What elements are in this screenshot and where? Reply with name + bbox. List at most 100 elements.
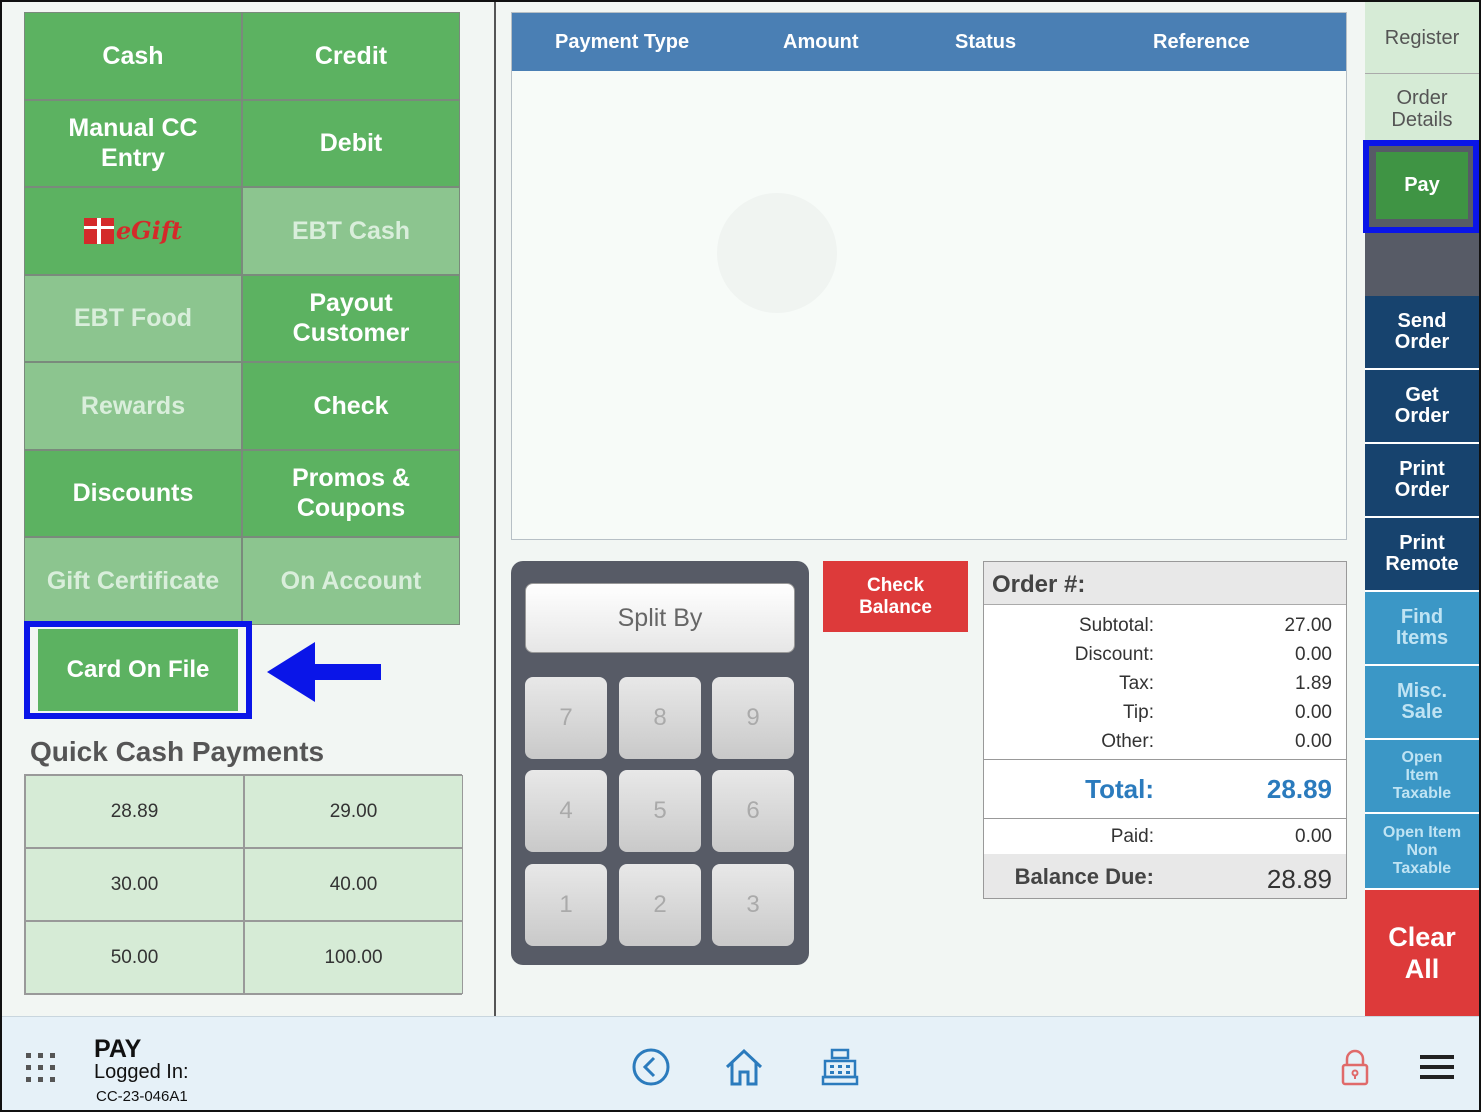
payout-customer-label: Payout Customer (292, 289, 410, 348)
column-reference: Reference (1153, 31, 1250, 53)
apps-grid-icon[interactable] (26, 1053, 56, 1083)
egift-button[interactable]: eGift (24, 187, 242, 275)
promos-coupons-label: Promos & Coupons (291, 464, 411, 523)
print-remote-label: Print Remote (1385, 532, 1459, 575)
subtotal-label: Subtotal: (1079, 615, 1154, 636)
tip-value: 0.00 (1295, 702, 1332, 723)
pay-button[interactable]: Pay (1376, 152, 1468, 219)
gift-box-icon (83, 217, 114, 244)
split-by-button[interactable]: Split By (525, 583, 795, 653)
open-item-non-taxable-label: Open Item Non Taxable (1382, 824, 1462, 877)
print-order-button[interactable]: Print Order (1365, 444, 1479, 518)
get-order-button[interactable]: Get Order (1365, 370, 1479, 444)
keypad-key[interactable]: 8 (619, 677, 701, 759)
keypad-key[interactable]: 7 (525, 677, 607, 759)
summary-divider (984, 759, 1346, 760)
order-number-title: Order #: (984, 562, 1346, 605)
loading-spinner-icon (717, 193, 837, 313)
check-balance-label: Check Balance (859, 574, 932, 618)
terminal-id: CC-23-046A1 (96, 1088, 188, 1105)
open-item-taxable-label: Open Item Taxable (1392, 749, 1452, 802)
open-item-taxable-button[interactable]: Open Item Taxable (1365, 740, 1479, 814)
credit-button[interactable]: Credit (242, 12, 460, 100)
send-order-button[interactable]: Send Order (1365, 296, 1479, 370)
check-balance-button[interactable]: Check Balance (823, 561, 968, 632)
paid-value: 0.00 (1295, 826, 1332, 847)
summary-divider (984, 818, 1346, 819)
keypad-key[interactable]: 1 (525, 864, 607, 946)
find-items-label: Find Items (1395, 606, 1449, 649)
balance-due-label: Balance Due: (1014, 864, 1154, 889)
subtotal-value: 27.00 (1284, 615, 1332, 636)
manual-cc-entry-label: Manual CC Entry (68, 114, 198, 173)
cash-register-icon[interactable] (820, 1047, 860, 1087)
payout-customer-button[interactable]: Payout Customer (242, 274, 460, 362)
find-items-button[interactable]: Find Items (1365, 592, 1479, 666)
cash-button[interactable]: Cash (24, 12, 242, 100)
bottom-bar: PAY Logged In: CC-23-046A1 (2, 1016, 1479, 1110)
home-icon[interactable] (724, 1047, 764, 1087)
on-account-button[interactable]: On Account (242, 537, 460, 625)
ebt-cash-button[interactable]: EBT Cash (242, 187, 460, 275)
gift-certificate-button[interactable]: Gift Certificate (24, 537, 242, 625)
discounts-button[interactable]: Discounts (24, 449, 242, 537)
balance-due-value: 28.89 (1266, 864, 1332, 894)
tax-value: 1.89 (1295, 673, 1332, 694)
register-button[interactable]: Register (1365, 2, 1479, 74)
discount-label: Discount: (1074, 644, 1154, 665)
misc-sale-label: Misc. Sale (1396, 680, 1448, 723)
payments-table-header: Payment Type Amount Status Reference (512, 13, 1346, 71)
quick-cash-button[interactable]: 40.00 (244, 848, 463, 921)
total-label: Total: (1085, 774, 1154, 804)
clear-all-button[interactable]: Clear All (1365, 890, 1479, 1016)
lock-icon[interactable] (1335, 1047, 1375, 1087)
order-details-label: Order Details (1391, 86, 1453, 131)
open-item-non-taxable-button[interactable]: Open Item Non Taxable (1365, 814, 1479, 890)
card-on-file-button[interactable]: Card On File (38, 629, 238, 711)
keypad-key[interactable]: 9 (712, 677, 794, 759)
ebt-food-button[interactable]: EBT Food (24, 274, 242, 362)
order-details-button[interactable]: Order Details (1365, 74, 1479, 144)
quick-cash-button[interactable]: 50.00 (25, 921, 244, 994)
payment-type-grid: Cash Credit Manual CC Entry Debit eGift … (24, 12, 462, 625)
tax-label: Tax: (1119, 673, 1154, 694)
column-amount: Amount (783, 31, 859, 53)
keypad-key[interactable]: 6 (712, 770, 794, 852)
quick-cash-button[interactable]: 30.00 (25, 848, 244, 921)
keypad-key[interactable]: 4 (525, 770, 607, 852)
quick-cash-button[interactable]: 100.00 (244, 921, 463, 994)
order-summary: Order #: Subtotal: 27.00 Discount: 0.00 Ta… (983, 561, 1347, 899)
split-keypad: Split By 7 8 9 4 5 6 1 2 3 (511, 561, 809, 965)
quick-cash-button[interactable]: 29.00 (244, 775, 463, 848)
panel-divider (494, 2, 496, 1016)
screen-title: PAY (94, 1035, 142, 1063)
total-value: 28.89 (1266, 774, 1332, 804)
pos-pay-screen: Cash Credit Manual CC Entry Debit eGift … (0, 0, 1481, 1112)
column-payment-type: Payment Type (555, 31, 690, 53)
tip-label: Tip: (1123, 702, 1154, 723)
arrow-left-icon (267, 642, 381, 702)
rewards-button[interactable]: Rewards (24, 362, 242, 450)
other-value: 0.00 (1295, 731, 1332, 752)
debit-button[interactable]: Debit (242, 99, 460, 187)
quick-cash-button[interactable]: 28.89 (25, 775, 244, 848)
print-remote-button[interactable]: Print Remote (1365, 518, 1479, 592)
discount-value: 0.00 (1295, 644, 1332, 665)
promos-coupons-button[interactable]: Promos & Coupons (242, 449, 460, 537)
other-label: Other: (1101, 731, 1154, 752)
print-order-label: Print Order (1394, 458, 1450, 501)
quick-cash-title: Quick Cash Payments (30, 736, 325, 767)
payments-table: Payment Type Amount Status Reference (511, 12, 1347, 540)
logged-in-label: Logged In: (94, 1061, 189, 1083)
menu-icon[interactable] (1418, 1047, 1458, 1087)
keypad-key[interactable]: 5 (619, 770, 701, 852)
keypad-key[interactable]: 2 (619, 864, 701, 946)
manual-cc-entry-button[interactable]: Manual CC Entry (24, 99, 242, 187)
misc-sale-button[interactable]: Misc. Sale (1365, 666, 1479, 740)
back-icon[interactable] (631, 1047, 671, 1087)
quick-cash-grid: 28.89 29.00 30.00 40.00 50.00 100.00 (24, 774, 463, 995)
egift-logo: eGift (83, 216, 182, 246)
keypad-key[interactable]: 3 (712, 864, 794, 946)
get-order-label: Get Order (1394, 384, 1450, 427)
check-button[interactable]: Check (242, 362, 460, 450)
